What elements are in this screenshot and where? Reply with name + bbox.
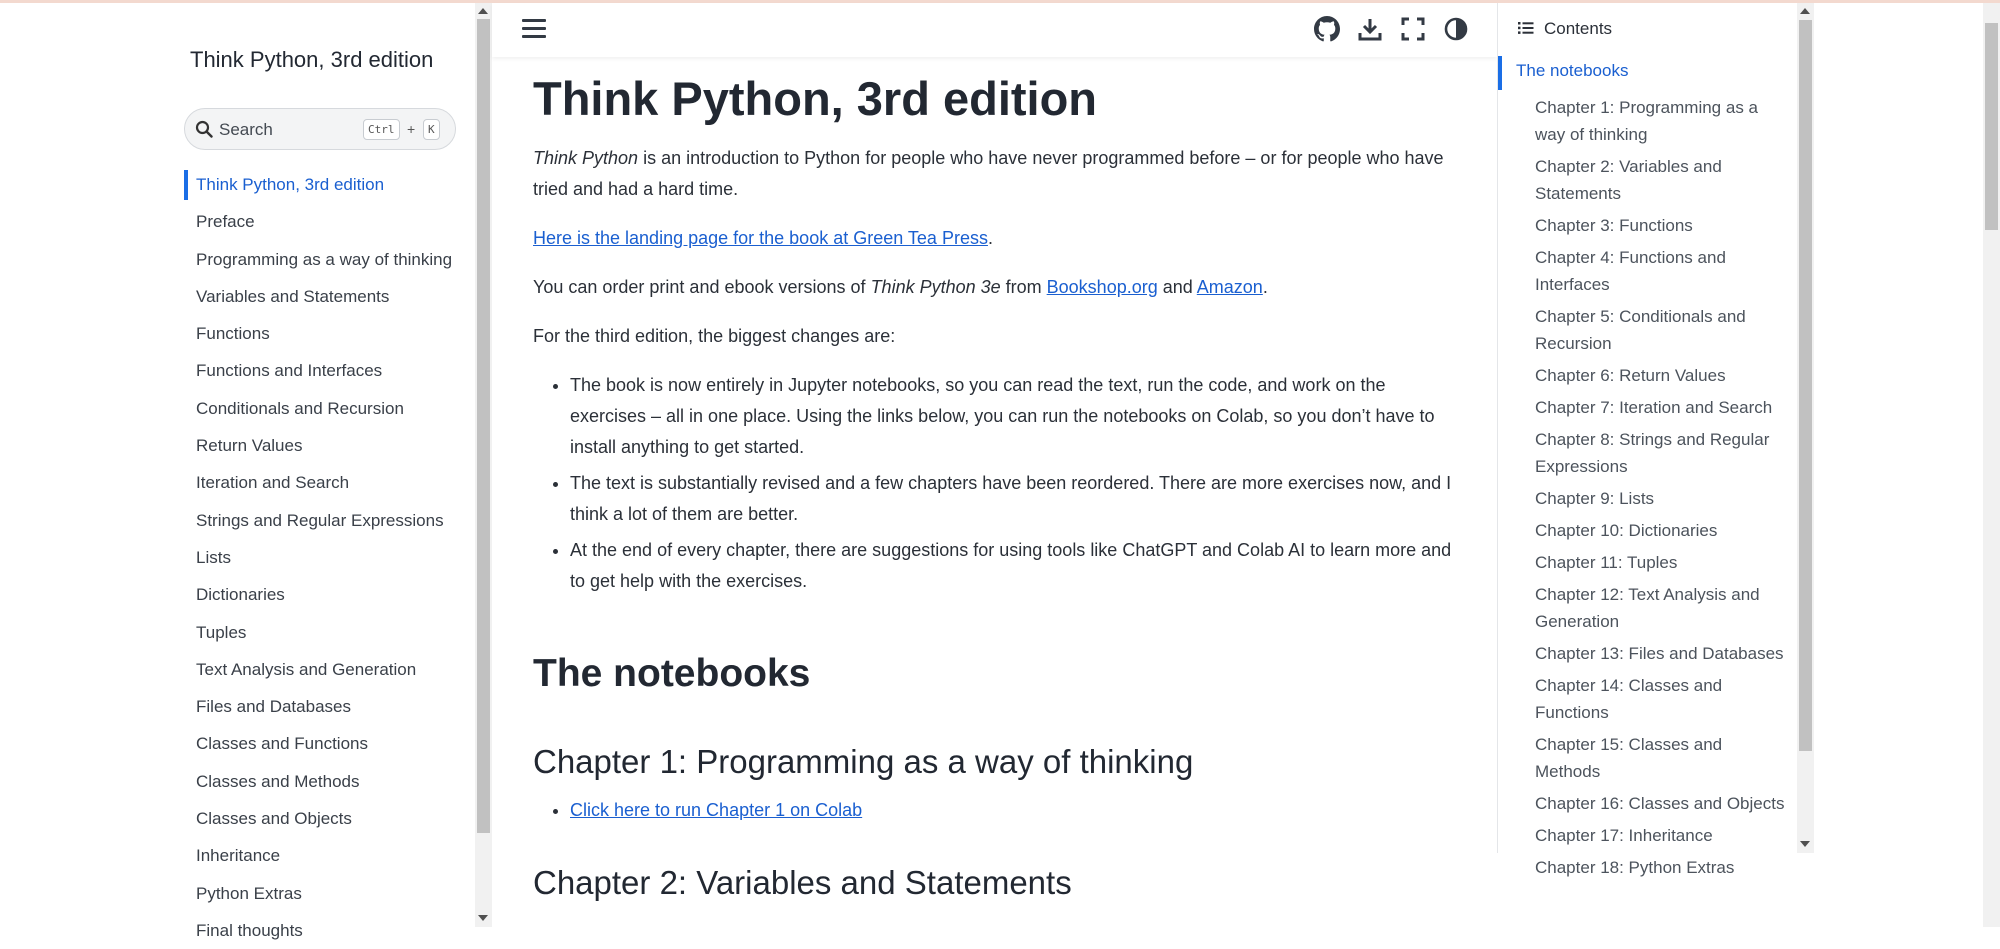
left-sidebar: Think Python, 3rd edition Search Ctrl + … xyxy=(0,3,475,940)
sidebar-item[interactable]: Lists xyxy=(184,539,474,576)
left-sidebar-scrollbar[interactable] xyxy=(475,3,492,927)
sidebar-item[interactable]: Python Extras xyxy=(184,875,474,912)
changes-intro: For the third edition, the biggest chang… xyxy=(533,326,896,346)
toc-item[interactable]: Chapter 12: Text Analysis and Generation xyxy=(1535,581,1791,635)
scrollbar-thumb[interactable] xyxy=(477,19,490,833)
main-content: Think Python, 3rd edition Think Python i… xyxy=(492,57,1497,927)
header-bar xyxy=(492,3,1497,57)
menu-icon[interactable] xyxy=(522,19,546,39)
sidebar-item[interactable]: Classes and Objects xyxy=(184,800,474,837)
sidebar-item[interactable]: Dictionaries xyxy=(184,576,474,613)
toc-active-indicator xyxy=(1498,56,1502,90)
toc-header: Contents xyxy=(1518,19,1612,39)
toc-item[interactable]: Chapter 17: Inheritance xyxy=(1535,822,1791,849)
search-placeholder: Search xyxy=(219,120,273,139)
page-scrollbar[interactable] xyxy=(1983,3,2000,927)
table-of-contents: Contents The notebooks Chapter 1: Progra… xyxy=(1497,3,1797,877)
toc-item[interactable]: Chapter 8: Strings and Regular Expressio… xyxy=(1535,426,1791,480)
order-text-and: and xyxy=(1157,277,1197,297)
changes-list: The book is now entirely in Jupyter note… xyxy=(533,370,1453,597)
sidebar-item[interactable]: Think Python, 3rd edition xyxy=(184,166,474,203)
sidebar-item[interactable]: Programming as a way of thinking xyxy=(184,241,474,278)
bookshop-link[interactable]: Bookshop.org xyxy=(1047,277,1158,297)
sidebar-item[interactable]: Tuples xyxy=(184,614,474,651)
toc-scrollbar[interactable] xyxy=(1797,3,1814,853)
sidebar-item[interactable]: Functions and Interfaces xyxy=(184,352,474,389)
chapter-2-heading: Chapter 2: Variables and Statements xyxy=(533,864,1072,901)
toc-item[interactable]: Chapter 1: Programming as a way of think… xyxy=(1535,94,1791,148)
notebooks-heading: The notebooks xyxy=(533,652,811,695)
sidebar-item[interactable]: Functions xyxy=(184,315,474,352)
shortcut-plus: + xyxy=(407,121,416,137)
shortcut-ctrl-key: Ctrl xyxy=(363,119,400,140)
github-icon[interactable] xyxy=(1314,16,1340,42)
sidebar-item[interactable]: Inheritance xyxy=(184,837,474,874)
chapter-1-links: Click here to run Chapter 1 on Colab xyxy=(533,795,1453,826)
download-icon[interactable] xyxy=(1357,16,1383,42)
sidebar-item[interactable]: Return Values xyxy=(184,427,474,464)
list-item: At the end of every chapter, there are s… xyxy=(570,535,1453,597)
scroll-down-arrow-icon[interactable] xyxy=(1800,841,1810,847)
sidebar-item[interactable]: Classes and Functions xyxy=(184,725,474,762)
toc-item[interactable]: Chapter 7: Iteration and Search xyxy=(1535,394,1791,421)
order-text-pre: You can order print and ebook versions o… xyxy=(533,277,871,297)
toc-item[interactable]: Chapter 15: Classes and Methods xyxy=(1535,731,1791,785)
amazon-link[interactable]: Amazon xyxy=(1197,277,1263,297)
toc-item[interactable]: Chapter 5: Conditionals and Recursion xyxy=(1535,303,1791,357)
left-nav-list: Think Python, 3rd edition Preface Programm… xyxy=(184,166,474,949)
sidebar-item[interactable]: Conditionals and Recursion xyxy=(184,390,474,427)
intro-text: is an introduction to Python for people … xyxy=(533,148,1444,199)
toc-item[interactable]: Chapter 11: Tuples xyxy=(1535,549,1791,576)
scrollbar-thumb[interactable] xyxy=(1985,23,1998,230)
landing-paragraph: Here is the landing page for the book at… xyxy=(533,223,1453,254)
chapter-1-colab-link[interactable]: Click here to run Chapter 1 on Colab xyxy=(570,800,862,820)
scroll-down-arrow-icon[interactable] xyxy=(478,915,488,921)
toc-item[interactable]: Chapter 3: Functions xyxy=(1535,212,1791,239)
list-item: The text is substantially revised and a … xyxy=(570,468,1453,530)
order-book-italic: Think Python 3e xyxy=(870,277,1001,297)
sidebar-item[interactable]: Classes and Methods xyxy=(184,763,474,800)
toc-item[interactable]: Chapter 4: Functions and Interfaces xyxy=(1535,244,1791,298)
scroll-up-arrow-icon[interactable] xyxy=(478,8,488,14)
toc-item[interactable]: Chapter 14: Classes and Functions xyxy=(1535,672,1791,726)
chapter-1-heading: Chapter 1: Programming as a way of think… xyxy=(533,743,1194,780)
sidebar-item[interactable]: Variables and Statements xyxy=(184,278,474,315)
page-title: Think Python, 3rd edition xyxy=(533,72,1097,125)
sidebar-item[interactable]: Files and Databases xyxy=(184,688,474,725)
toc-list: Chapter 1: Programming as a way of think… xyxy=(1535,94,1791,886)
scrollbar-thumb[interactable] xyxy=(1799,20,1812,751)
shortcut-k-key: K xyxy=(423,119,440,140)
search-input[interactable]: Search Ctrl + K xyxy=(184,108,456,150)
scroll-up-arrow-icon[interactable] xyxy=(1800,8,1810,14)
toc-item[interactable]: Chapter 13: Files and Databases xyxy=(1535,640,1791,667)
toc-title: Contents xyxy=(1544,19,1613,38)
toc-item[interactable]: Chapter 18: Python Extras xyxy=(1535,854,1791,881)
toc-item[interactable]: Chapter 10: Dictionaries xyxy=(1535,517,1791,544)
site-title[interactable]: Think Python, 3rd edition xyxy=(190,47,433,73)
theme-toggle-icon[interactable] xyxy=(1443,16,1469,42)
list-item: Click here to run Chapter 1 on Colab xyxy=(570,795,1453,826)
list-icon xyxy=(1518,22,1534,34)
fullscreen-icon[interactable] xyxy=(1400,16,1426,42)
sidebar-item[interactable]: Final thoughts xyxy=(184,912,474,949)
toc-item[interactable]: Chapter 2: Variables and Statements xyxy=(1535,153,1791,207)
sidebar-item[interactable]: Text Analysis and Generation xyxy=(184,651,474,688)
order-text-from: from xyxy=(1000,277,1047,297)
order-paragraph: You can order print and ebook versions o… xyxy=(533,272,1453,303)
toc-item[interactable]: Chapter 16: Classes and Objects xyxy=(1535,790,1791,817)
intro-paragraph: Think Python is an introduction to Pytho… xyxy=(533,143,1453,205)
list-item: The book is now entirely in Jupyter note… xyxy=(570,370,1453,463)
toc-item[interactable]: Chapter 6: Return Values xyxy=(1535,362,1791,389)
search-icon xyxy=(195,120,213,138)
sidebar-item[interactable]: Preface xyxy=(184,203,474,240)
landing-period: . xyxy=(987,228,993,248)
sidebar-item[interactable]: Strings and Regular Expressions xyxy=(184,502,474,539)
landing-page-link[interactable]: Here is the landing page for the book at… xyxy=(533,228,988,248)
toc-item-the-notebooks[interactable]: The notebooks xyxy=(1516,61,1628,81)
toc-item[interactable]: Chapter 9: Lists xyxy=(1535,485,1791,512)
book-title-italic: Think Python xyxy=(533,148,639,168)
sidebar-item[interactable]: Iteration and Search xyxy=(184,464,474,501)
order-text-end: . xyxy=(1262,277,1268,297)
